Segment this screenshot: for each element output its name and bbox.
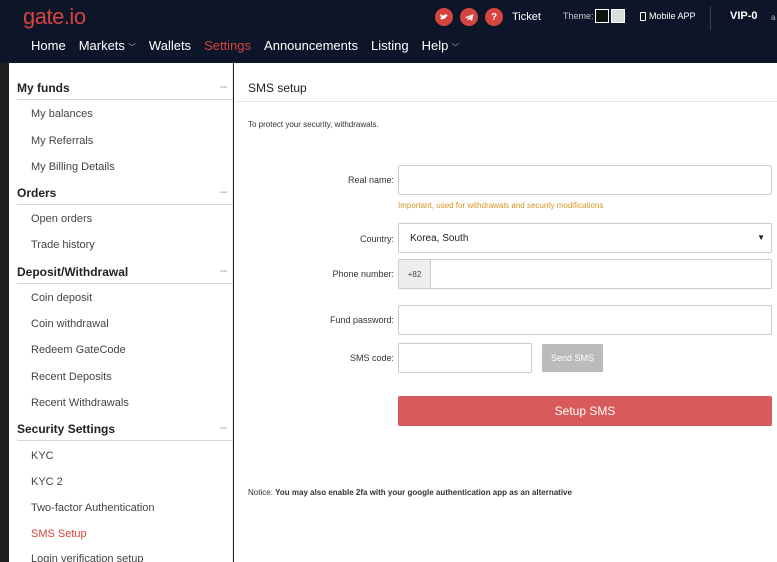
country-select[interactable]: Korea, South ▼	[398, 223, 772, 253]
section-title: Orders	[17, 186, 57, 200]
nav-wallets[interactable]: Wallets	[149, 38, 191, 53]
sidebar-item-open-orders[interactable]: Open orders	[31, 213, 92, 225]
section-my-funds[interactable]: My funds –	[17, 76, 233, 100]
real-name-hint: Important, used for withdrawals and secu…	[398, 201, 604, 210]
phone-number-input[interactable]	[430, 259, 772, 289]
notice-message: You may also enable 2fa with your google…	[275, 488, 572, 497]
nav-announcements[interactable]: Announcements	[264, 38, 358, 53]
sidebar-item-two-factor-authentication[interactable]: Two-factor Authentication	[31, 502, 155, 514]
section-title: My funds	[17, 81, 70, 95]
phone-number-label: Phone number:	[332, 269, 394, 279]
vip-level[interactable]: VIP-0	[730, 10, 758, 22]
chevron-down-icon: ﹀	[127, 43, 136, 52]
twitter-icon[interactable]	[435, 8, 453, 26]
sms-code-label: SMS code:	[349, 353, 394, 363]
collapse-icon[interactable]: –	[220, 263, 227, 277]
sidebar-item-recent-deposits[interactable]: Recent Deposits	[31, 371, 112, 383]
setup-sms-button[interactable]: Setup SMS	[398, 396, 772, 426]
sidebar-item-my-balances[interactable]: My balances	[31, 108, 93, 120]
intro-text: To protect your security, withdrawals.	[248, 120, 379, 129]
dropdown-arrow-icon: ▼	[757, 233, 765, 242]
sidebar-item-my-referrals[interactable]: My Referrals	[31, 135, 93, 147]
mobile-app-link[interactable]: Mobile APP	[640, 11, 696, 21]
section-title: Deposit/Withdrawal	[17, 265, 129, 279]
sms-setup-panel: SMS setup To protect your security, with…	[234, 63, 777, 562]
fund-password-label: Fund password:	[329, 315, 394, 325]
telegram-icon[interactable]	[460, 8, 478, 26]
sidebar-item-recent-withdrawals[interactable]: Recent Withdrawals	[31, 397, 129, 409]
section-deposit-withdrawal[interactable]: Deposit/Withdrawal –	[17, 260, 233, 284]
sidebar-item-coin-deposit[interactable]: Coin deposit	[31, 292, 92, 304]
nav-listing[interactable]: Listing	[371, 38, 409, 53]
theme-dark-toggle[interactable]	[595, 9, 609, 23]
social-icons: ? Ticket	[435, 8, 541, 26]
country-selected-value: Korea, South	[410, 233, 469, 244]
nav-markets-label: Markets	[78, 38, 125, 53]
sidebar-item-kyc[interactable]: KYC	[31, 450, 54, 462]
ticket-link[interactable]: Ticket	[512, 11, 541, 23]
theme-label: Theme:	[563, 11, 594, 21]
collapse-icon[interactable]: –	[220, 79, 227, 93]
sidebar-item-sms-setup[interactable]: SMS Setup	[31, 528, 87, 540]
notice-prefix: Notice:	[248, 488, 273, 497]
sidebar-item-coin-withdrawal[interactable]: Coin withdrawal	[31, 318, 109, 330]
collapse-icon[interactable]: –	[220, 184, 227, 198]
sidebar-item-kyc-2[interactable]: KYC 2	[31, 476, 63, 488]
section-title: Security Settings	[17, 422, 116, 436]
account-label-truncated[interactable]: a	[771, 13, 775, 22]
sidebar-item-redeem-gatecode[interactable]: Redeem GateCode	[31, 344, 126, 356]
nav-help-label: Help	[421, 38, 449, 53]
sms-code-input[interactable]	[398, 343, 532, 373]
sidebar-item-my-billing-details[interactable]: My Billing Details	[31, 161, 115, 173]
top-header: gate.io ? Ticket Theme: Mobile APP VIP-0…	[0, 0, 777, 63]
collapse-icon[interactable]: –	[220, 420, 227, 434]
nav-help[interactable]: Help ﹀	[422, 38, 460, 53]
sidebar-item-login-verification-setup[interactable]: Login verification setup	[31, 553, 144, 562]
mobile-app-label: Mobile APP	[649, 11, 696, 21]
section-security-settings[interactable]: Security Settings –	[17, 417, 233, 441]
theme-light-toggle[interactable]	[611, 9, 625, 23]
settings-sidebar: My funds – My balances My Referrals My B…	[9, 63, 233, 562]
send-sms-button[interactable]: Send SMS	[542, 344, 603, 372]
main-nav: Home Markets ﹀ Wallets Settings Announcem…	[31, 38, 472, 53]
notice-text: Notice: You may also enable 2fa with you…	[248, 488, 572, 497]
gateio-logo[interactable]: gate.io	[23, 4, 86, 30]
real-name-input[interactable]	[398, 165, 772, 195]
phone-icon	[640, 11, 646, 21]
fund-password-input[interactable]	[398, 305, 772, 335]
country-label: Country:	[359, 234, 394, 244]
nav-settings[interactable]: Settings	[204, 38, 251, 53]
sidebar-item-trade-history[interactable]: Trade history	[31, 239, 95, 251]
header-divider	[710, 6, 711, 30]
question-icon[interactable]: ?	[485, 8, 503, 26]
page-title: SMS setup	[248, 81, 307, 95]
chevron-down-icon: ﹀	[451, 43, 460, 52]
real-name-label: Real name:	[347, 175, 394, 185]
title-divider	[234, 101, 777, 102]
nav-home[interactable]: Home	[31, 38, 66, 53]
nav-markets[interactable]: Markets ﹀	[79, 38, 136, 53]
phone-country-code: +82	[398, 259, 430, 289]
section-orders[interactable]: Orders –	[17, 181, 233, 205]
